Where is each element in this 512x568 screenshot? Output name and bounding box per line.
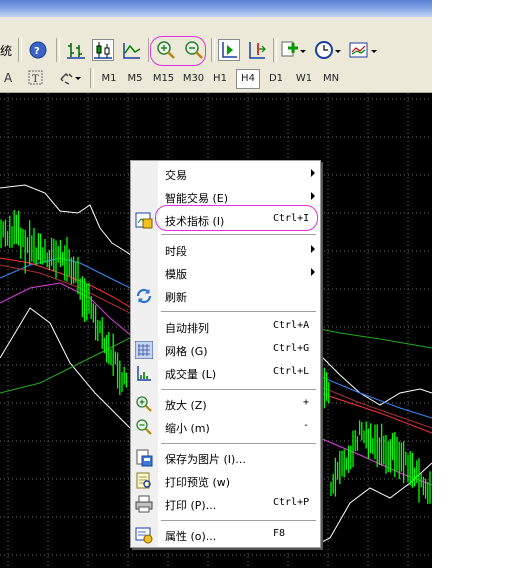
chart-shift-icon [249, 42, 266, 59]
periods-dropdown-button[interactable] [314, 39, 342, 61]
timeframe-m15[interactable]: M15 [151, 69, 176, 89]
menu-separator [161, 520, 316, 521]
menu-item-shortcut: Ctrl+G [273, 343, 310, 354]
properties-icon [135, 527, 153, 544]
toolbar-separator [18, 38, 22, 62]
refresh-icon [136, 288, 152, 304]
candlestick-icon [94, 42, 112, 59]
zoom-buttons-highlight [150, 36, 206, 66]
menu-item-label: 打印预览 (w) [165, 476, 231, 489]
timeframe-h4[interactable]: H4 [236, 69, 260, 89]
template-icon [349, 42, 377, 58]
menu-item-auto-arrange[interactable]: 自动排列 Ctrl+A [132, 316, 319, 338]
zoom-out-icon [136, 419, 152, 435]
menu-separator [161, 443, 316, 444]
menu-item-zoom-out[interactable]: 缩小 (m) - [132, 416, 319, 438]
menu-item-print[interactable]: 打印 (P)... Ctrl+P [132, 493, 319, 515]
indicators-dropdown-button[interactable] [280, 39, 308, 61]
menu-item-label: 自动排列 [165, 322, 209, 335]
menu-item-shortcut: Ctrl+A [273, 320, 310, 331]
menu-item-print-preview[interactable]: 打印预览 (w) [132, 470, 319, 492]
menu-item-label: 缩小 (m) [165, 422, 210, 435]
line-chart-button[interactable] [121, 39, 143, 61]
menu-item-label: 放大 (Z) [165, 399, 207, 412]
timeframe-m5[interactable]: M5 [125, 69, 145, 89]
toolbar-cut-text: 统 [0, 44, 13, 58]
technical-indicators-highlight [155, 205, 318, 231]
menu-item-save-as-picture[interactable]: 保存为图片 (I)... [132, 447, 319, 469]
chart-shift-button[interactable] [246, 39, 268, 61]
timeframe-d1[interactable]: D1 [266, 69, 286, 89]
submenu-arrow-icon [311, 245, 315, 253]
submenu-arrow-icon [311, 192, 315, 200]
toolbar-separator [90, 68, 94, 88]
timeframe-w1[interactable]: W1 [294, 69, 314, 89]
menu-item-volumes[interactable]: 成交量 (L) Ctrl+L [132, 362, 319, 384]
menu-separator [161, 234, 316, 235]
menu-item-label: 网格 (G) [165, 345, 208, 358]
submenu-arrow-icon [311, 268, 315, 276]
toolbar-separator [273, 38, 277, 62]
zoom-in-icon [136, 396, 152, 412]
svg-text:?: ? [34, 46, 40, 57]
menu-item-zoom-in[interactable]: 放大 (Z) + [132, 393, 319, 415]
menu-item-label: 交易 [165, 169, 187, 182]
timeframe-m1[interactable]: M1 [99, 69, 119, 89]
menu-item-shortcut: Ctrl+P [273, 497, 310, 508]
svg-text:T: T [32, 74, 39, 85]
timeframe-m30[interactable]: M30 [181, 69, 206, 89]
menu-item-shortcut: + [302, 397, 309, 408]
indicators-icon [281, 41, 306, 57]
menu-item-shortcut: - [302, 420, 309, 431]
menu-item-label: 模版 [165, 268, 187, 281]
title-bar [0, 0, 432, 17]
auto-scroll-icon [222, 42, 237, 58]
menu-item-label: 时段 [165, 245, 187, 258]
grid-icon [135, 341, 153, 359]
bar-chart-button[interactable] [65, 39, 87, 61]
menu-item-trade[interactable]: 交易 [132, 163, 319, 185]
toolbar-separator [211, 38, 215, 62]
menu-item-label: 智能交易 (E) [165, 192, 229, 205]
help-icon: ? [29, 41, 47, 59]
menu-item-periods[interactable]: 时段 [132, 239, 319, 261]
standard-toolbar: 统 ? [0, 17, 432, 67]
clock-icon [315, 41, 341, 59]
help-button[interactable]: ? [27, 39, 49, 61]
arrows-dropdown-button[interactable] [57, 70, 83, 86]
menu-separator [161, 389, 316, 390]
bar-chart-icon [67, 43, 85, 59]
timeframe-mn[interactable]: MN [320, 69, 342, 89]
menu-item-grid[interactable]: 网格 (G) Ctrl+G [132, 339, 319, 361]
menu-item-refresh[interactable]: 刷新 [132, 285, 319, 307]
candlestick-chart-button[interactable] [92, 39, 114, 61]
menu-item-templates[interactable]: 模版 [132, 262, 319, 284]
menu-item-properties[interactable]: 属性 (o)... F8 [132, 524, 319, 546]
menu-item-label: 成交量 (L) [165, 368, 217, 381]
menu-item-shortcut: F8 [273, 528, 286, 539]
arrows-icon [60, 72, 81, 85]
timeframe-h1[interactable]: H1 [210, 69, 230, 89]
menu-item-label: 刷新 [165, 291, 187, 304]
line-chart-icon [123, 43, 141, 59]
text-label-button[interactable]: T [28, 70, 44, 86]
auto-scroll-button[interactable] [218, 39, 240, 61]
toolbar-separator [56, 38, 60, 62]
menu-item-label: 打印 (P)... [165, 499, 217, 512]
print-preview-icon [136, 472, 151, 489]
templates-dropdown-button[interactable] [348, 39, 378, 61]
text-label-icon: T [28, 70, 43, 85]
font-label-button[interactable]: A [4, 71, 12, 85]
submenu-arrow-icon [311, 169, 315, 177]
menu-separator [161, 311, 316, 312]
indicator-icon [135, 212, 153, 229]
menu-item-label: 属性 (o)... [165, 530, 217, 543]
print-icon [135, 495, 153, 513]
volume-icon [137, 366, 151, 381]
menu-item-shortcut: Ctrl+L [273, 366, 310, 377]
save-image-icon [136, 449, 153, 467]
timeframe-toolbar: A T M1 M5 M15 M30 H1 H4 D1 W1 MN [0, 66, 432, 93]
menu-item-label: 保存为图片 (I)... [165, 453, 246, 466]
